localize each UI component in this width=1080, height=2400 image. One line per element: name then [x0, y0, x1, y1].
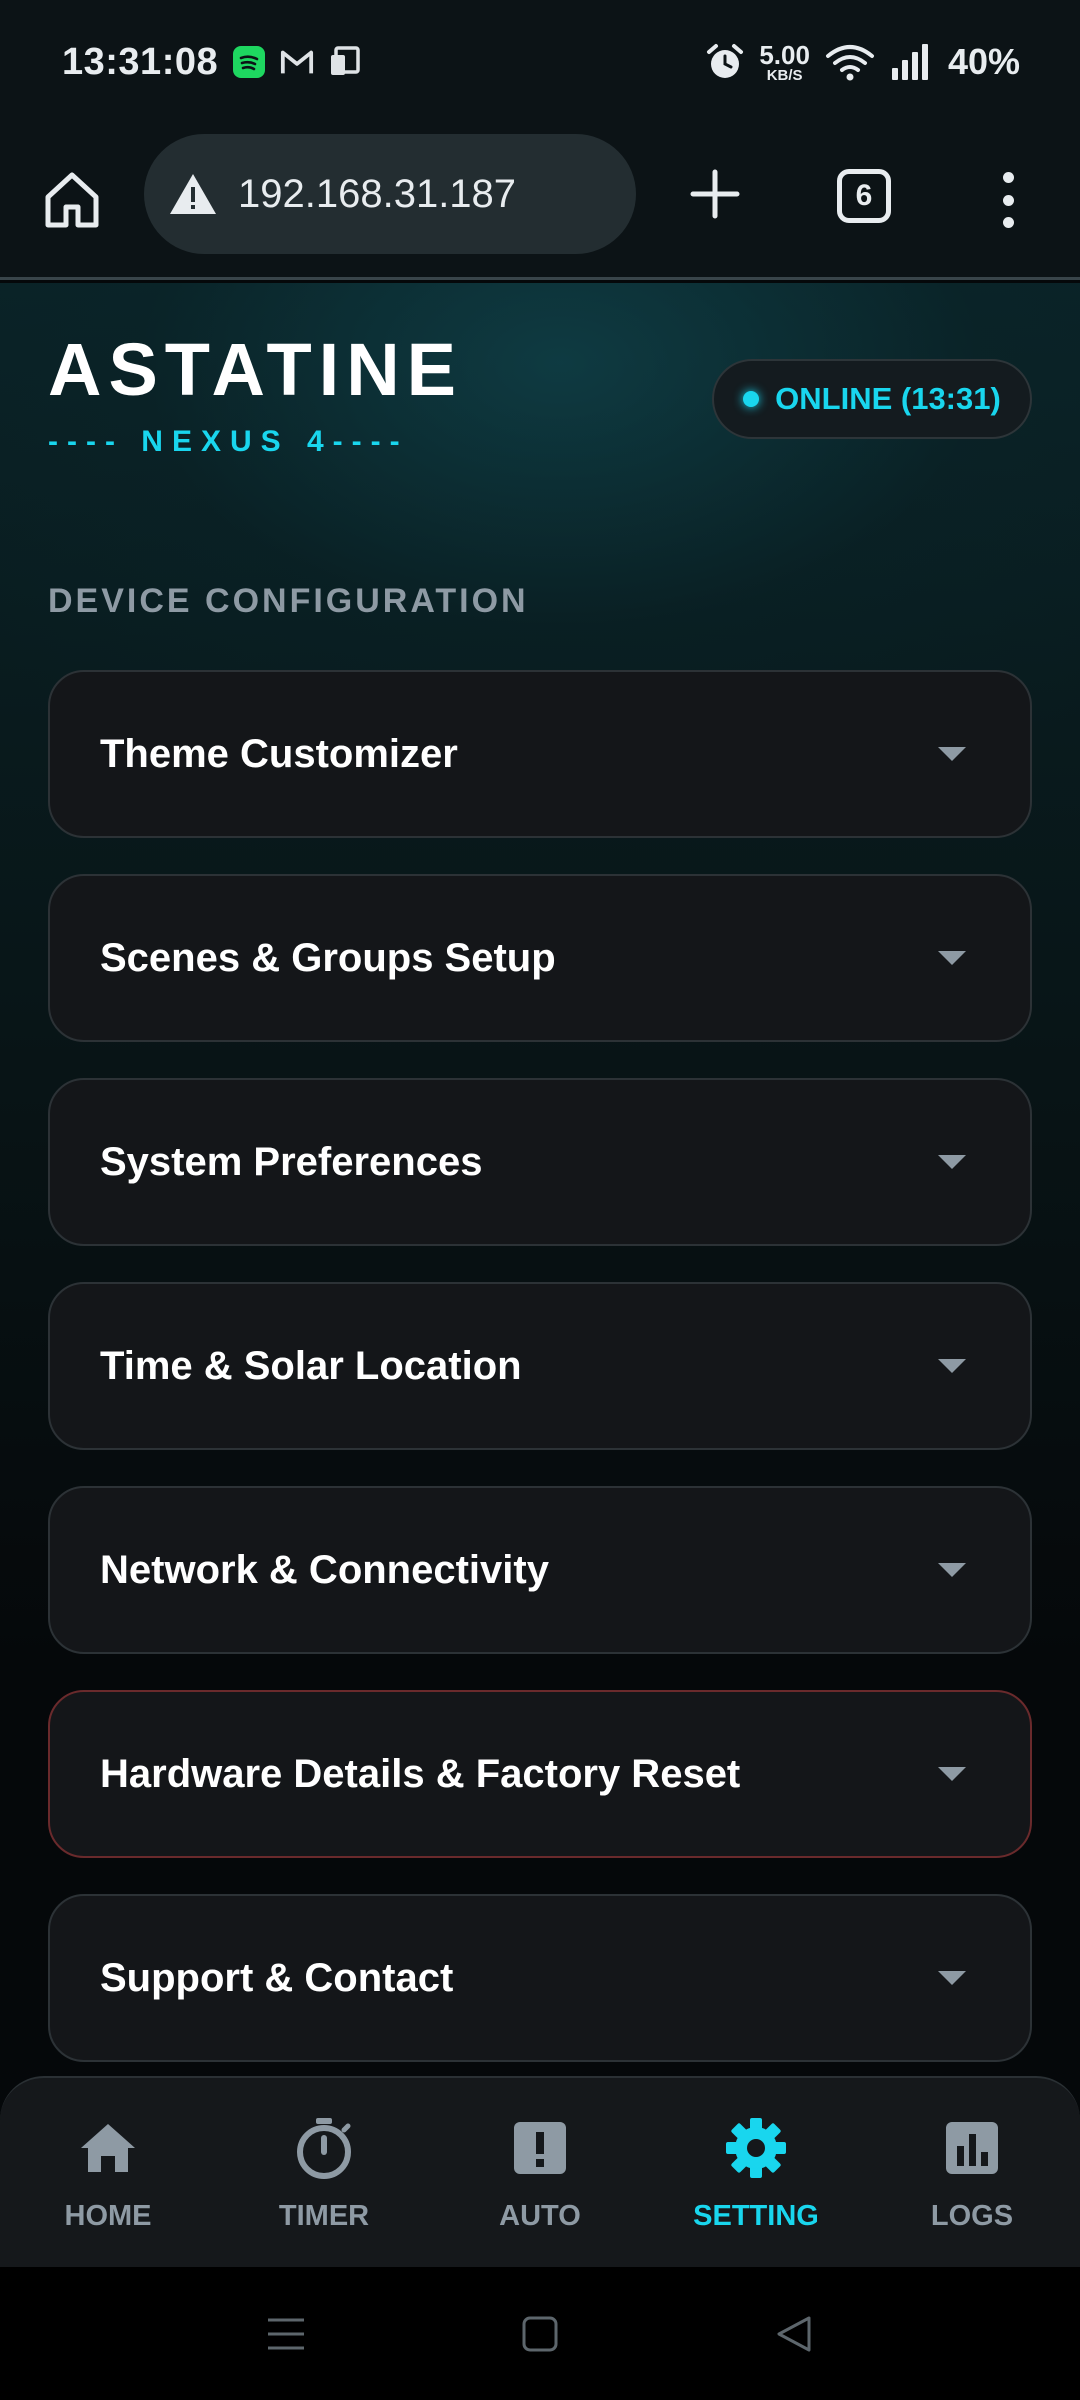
browser-home-button[interactable] — [40, 164, 104, 236]
nav-label: TIMER — [278, 2200, 370, 2232]
nav-setting[interactable]: SETTING — [648, 2078, 864, 2267]
speed-unit: KB/S — [766, 66, 803, 84]
accordion-time-solar[interactable]: Time & Solar Location — [48, 1282, 1032, 1450]
accordion-support[interactable]: Support & Contact — [48, 1894, 1032, 2062]
status-bar: 13:31:08 5.00 KB/S 40% — [0, 0, 1080, 124]
spotify-icon — [232, 45, 266, 79]
online-dot-icon — [743, 391, 760, 407]
browser-toolbar: 192.168.31.187 6 — [0, 124, 1080, 280]
battery-level: 40% — [947, 41, 1020, 82]
nav-home[interactable]: HOME — [0, 2078, 216, 2267]
more-vertical-icon — [1002, 172, 1014, 183]
accordion-theme-customizer[interactable]: Theme Customizer — [48, 670, 1032, 838]
accordion-hardware-reset[interactable]: Hardware Details & Factory Reset — [48, 1690, 1032, 1858]
section-title: DEVICE CONFIGURATION — [48, 582, 529, 620]
back-button[interactable] — [772, 2312, 816, 2356]
signal-icon — [890, 42, 934, 82]
plus-icon — [690, 169, 740, 219]
caret-down-icon — [938, 1971, 966, 1985]
nav-auto[interactable]: AUTO — [432, 2078, 648, 2267]
square-icon — [522, 2316, 558, 2351]
accordion-label: Network & Connectivity — [100, 1547, 549, 1592]
recents-button[interactable] — [264, 2312, 308, 2356]
tab-switcher-button[interactable]: 6 — [837, 169, 891, 223]
home-icon — [76, 2116, 140, 2180]
brand-title: ASTATINE — [48, 328, 464, 411]
home-system-button[interactable] — [518, 2312, 562, 2356]
alert-icon — [508, 2116, 572, 2180]
device-icon — [328, 45, 362, 79]
caret-down-icon — [938, 951, 966, 965]
alarm-icon — [705, 42, 745, 82]
accordion-network[interactable]: Network & Connectivity — [48, 1486, 1032, 1654]
accordion-label: Support & Contact — [100, 1955, 454, 2000]
status-badge: ONLINE (13:31) — [712, 359, 1032, 439]
settings-page: ASTATINE ---- NEXUS 4---- ONLINE (13:31)… — [0, 283, 1080, 2267]
accordion-label: Hardware Details & Factory Reset — [100, 1751, 741, 1796]
gmail-icon — [280, 45, 314, 79]
caret-down-icon — [938, 1767, 966, 1781]
gear-icon — [724, 2116, 788, 2180]
caret-down-icon — [938, 747, 966, 761]
network-speed: 5.00 KB/S — [759, 42, 810, 83]
bar-chart-icon — [940, 2116, 1004, 2180]
warning-icon — [170, 174, 216, 214]
speed-value: 5.00 — [759, 39, 810, 70]
nav-timer[interactable]: TIMER — [216, 2078, 432, 2267]
caret-down-icon — [938, 1155, 966, 1169]
status-time: 13:31:08 — [62, 40, 219, 83]
stopwatch-icon — [292, 2116, 356, 2180]
nav-label: SETTING — [693, 2200, 819, 2232]
menu-lines-icon — [268, 2318, 304, 2349]
status-left: 13:31:08 — [62, 41, 362, 84]
status-text: ONLINE (13:31) — [775, 381, 1001, 416]
accordion-label: Scenes & Groups Setup — [100, 935, 556, 980]
accordion-label: Time & Solar Location — [100, 1343, 522, 1388]
accordion-label: Theme Customizer — [100, 731, 458, 776]
back-triangle-icon — [777, 2316, 811, 2351]
accordion-list: Theme Customizer Scenes & Groups Setup S… — [48, 670, 1032, 2098]
accordion-label: System Preferences — [100, 1139, 483, 1184]
accordion-scenes-groups[interactable]: Scenes & Groups Setup — [48, 874, 1032, 1042]
address-bar[interactable]: 192.168.31.187 — [144, 134, 636, 254]
nav-logs[interactable]: LOGS — [864, 2078, 1080, 2267]
url-text: 192.168.31.187 — [238, 171, 517, 216]
browser-menu-button[interactable] — [990, 164, 1026, 236]
nav-label: HOME — [64, 2200, 152, 2232]
caret-down-icon — [938, 1563, 966, 1577]
new-tab-button[interactable] — [680, 154, 750, 234]
brand-logo: ASTATINE ---- NEXUS 4---- — [48, 333, 463, 459]
nav-label: AUTO — [499, 2200, 581, 2232]
system-navigation — [0, 2267, 1080, 2400]
wifi-icon — [824, 42, 876, 82]
status-right: 5.00 KB/S 40% — [705, 41, 1020, 83]
nav-label: LOGS — [930, 2200, 1014, 2232]
accordion-system-preferences[interactable]: System Preferences — [48, 1078, 1032, 1246]
caret-down-icon — [938, 1359, 966, 1373]
home-icon — [45, 172, 99, 228]
brand-subtitle: ---- NEXUS 4---- — [48, 425, 409, 458]
bottom-navigation: HOME TIMER AUTO SETTING LOGS — [0, 2076, 1080, 2267]
